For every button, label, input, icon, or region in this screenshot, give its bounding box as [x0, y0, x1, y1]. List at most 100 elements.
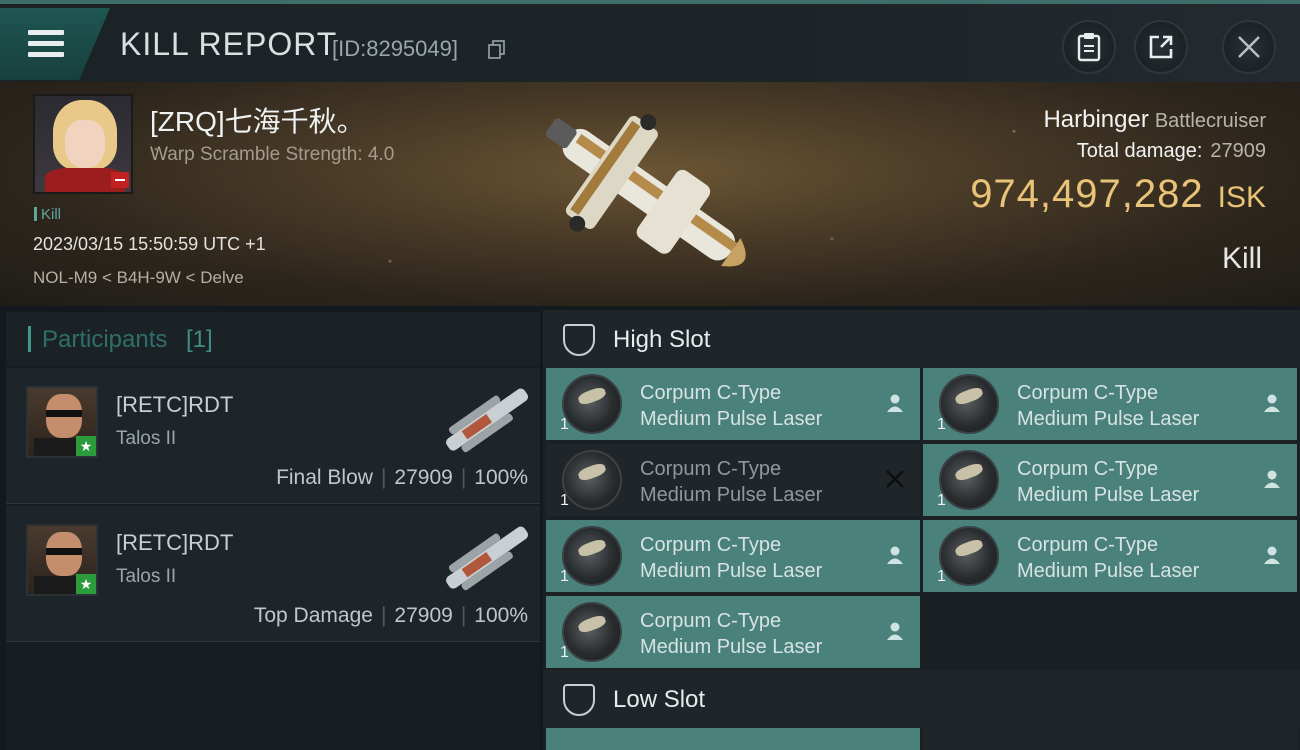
participant-percent: 100%	[474, 604, 528, 627]
low-slot-icon	[563, 684, 595, 716]
high-slot-header: High Slot	[543, 310, 1300, 368]
module-tile[interactable]: 1 Corpum C-Type Medium Pulse Laser	[546, 444, 920, 516]
module-quantity: 1	[560, 492, 569, 509]
module-tile[interactable]: 1 Corpum C-Type Medium Pulse Laser	[923, 444, 1297, 516]
report-id: [ID:8295049]	[332, 36, 458, 61]
total-damage-label: Total damage:	[1076, 140, 1203, 162]
module-tile[interactable]: 1 Corpum C-Type Medium Pulse Laser	[923, 520, 1297, 592]
module-icon	[939, 450, 999, 510]
module-tile[interactable]: 1 Corpum C-Type Medium Pulse Laser	[923, 368, 1297, 440]
page-title: KILL REPORT	[120, 26, 338, 62]
participant-role: Top Damage	[253, 604, 373, 627]
high-slot-icon	[563, 324, 595, 356]
participant-stats: Final Blow | 27909 | 100%	[276, 466, 528, 490]
star-icon: ★	[76, 436, 96, 456]
separator: |	[380, 604, 387, 627]
module-icon	[562, 526, 622, 586]
copy-icon[interactable]	[488, 40, 506, 60]
participants-panel: Participants [1] ★ [RETC]RDT Talos II Fi…	[6, 312, 540, 750]
separator: |	[460, 466, 467, 489]
module-icon	[562, 374, 622, 434]
module-name-line1: Corpum C-Type	[640, 458, 782, 480]
low-slot-module[interactable]	[923, 728, 1297, 750]
portrait-face	[65, 120, 105, 168]
participant-name[interactable]: [RETC]RDT	[116, 392, 233, 418]
menu-icon	[28, 30, 64, 35]
module-quantity: 1	[937, 492, 946, 509]
participant-ship-image	[446, 388, 529, 453]
module-tile[interactable]: 1 Corpum C-Type Medium Pulse Laser	[546, 520, 920, 592]
separator: |	[460, 604, 467, 627]
module-name-line1: Corpum C-Type	[1017, 382, 1159, 404]
low-slot-title: Low Slot	[613, 686, 706, 713]
victim-banner: [ZRQ]七海千秋。 Warp Scramble Strength: 4.0 K…	[0, 82, 1300, 306]
close-button[interactable]	[1222, 20, 1276, 74]
participant-row[interactable]: ★ [RETC]RDT Talos II Top Damage | 27909 | 10…	[6, 506, 540, 642]
participants-title: Participants	[42, 326, 168, 353]
header-accent-bar	[28, 326, 31, 352]
module-name-line2: Medium Pulse Laser	[1017, 408, 1200, 430]
clipboard-icon	[1077, 33, 1101, 62]
victim-name[interactable]: [ZRQ]七海千秋。	[150, 100, 365, 140]
module-quantity: 1	[560, 644, 569, 661]
menu-icon-line	[28, 52, 64, 57]
participant-damage: 27909	[394, 466, 453, 489]
module-quantity: 1	[560, 416, 569, 433]
low-slot-header: Low Slot	[543, 670, 1300, 728]
high-slot-title: High Slot	[613, 326, 711, 353]
x-icon	[886, 470, 904, 488]
participants-header: Participants [1]	[6, 312, 540, 366]
standing-badge-icon	[111, 172, 129, 188]
participant-damage: 27909	[394, 604, 453, 627]
participants-count: [1]	[186, 326, 213, 353]
person-icon	[887, 394, 903, 412]
person-icon	[1264, 546, 1280, 564]
kill-type: Kill	[1221, 242, 1262, 275]
module-tile[interactable]: 1 Corpum C-Type Medium Pulse Laser	[546, 596, 920, 668]
module-icon	[562, 450, 622, 510]
close-icon	[1238, 36, 1260, 58]
isk-unit: ISK	[1217, 181, 1266, 214]
person-icon	[887, 622, 903, 640]
person-icon	[887, 546, 903, 564]
module-name-line1: Corpum C-Type	[1017, 534, 1159, 556]
avatar[interactable]: ★	[26, 524, 98, 596]
separator: |	[380, 466, 387, 489]
ship-class: Battlecruiser	[1154, 110, 1266, 132]
kill-location[interactable]: NOL-M9 < B4H-9W < Delve	[33, 268, 244, 288]
menu-button[interactable]	[0, 8, 110, 80]
module-name-line1: Corpum C-Type	[1017, 458, 1159, 480]
menu-icon-line	[28, 41, 64, 46]
module-name-line1: Corpum C-Type	[640, 610, 782, 632]
kill-tag: Kill	[34, 206, 61, 223]
isk-value: 974,497,282	[970, 172, 1204, 216]
participant-stats: Top Damage | 27909 | 100%	[254, 604, 528, 628]
module-name-line2: Medium Pulse Laser	[640, 484, 823, 506]
share-button[interactable]	[1134, 20, 1188, 74]
participant-role: Final Blow	[276, 466, 373, 489]
module-tile[interactable]: 1 Corpum C-Type Medium Pulse Laser	[546, 368, 920, 440]
clipboard-button[interactable]	[1062, 20, 1116, 74]
module-icon	[939, 526, 999, 586]
victim-portrait[interactable]	[33, 94, 133, 194]
module-name-line1: Corpum C-Type	[640, 382, 782, 404]
module-name-line2: Medium Pulse Laser	[640, 560, 823, 582]
module-name-line2: Medium Pulse Laser	[1017, 560, 1200, 582]
victim-ship-image[interactable]	[520, 88, 780, 298]
star-icon: ★	[76, 574, 96, 594]
participant-ship-image	[446, 526, 529, 591]
ship-name[interactable]: Harbinger	[1043, 106, 1148, 133]
participant-name[interactable]: [RETC]RDT	[116, 530, 233, 556]
total-damage-value: 27909	[1210, 140, 1266, 162]
module-quantity: 1	[937, 416, 946, 433]
person-icon	[1264, 470, 1280, 488]
person-icon	[1264, 394, 1280, 412]
low-slot-module[interactable]	[546, 728, 920, 750]
warp-scramble-strength: Warp Scramble Strength: 4.0	[150, 144, 395, 165]
avatar-glasses	[46, 410, 82, 417]
participant-row[interactable]: ★ [RETC]RDT Talos II Final Blow | 27909 | 10…	[6, 368, 540, 504]
share-icon	[1149, 35, 1173, 59]
avatar[interactable]: ★	[26, 386, 98, 458]
total-damage-row: Total damage: 27909	[1077, 140, 1266, 163]
fitting-panel: High Slot 1 Corpum C-Type Medium Pulse Las…	[543, 310, 1300, 750]
